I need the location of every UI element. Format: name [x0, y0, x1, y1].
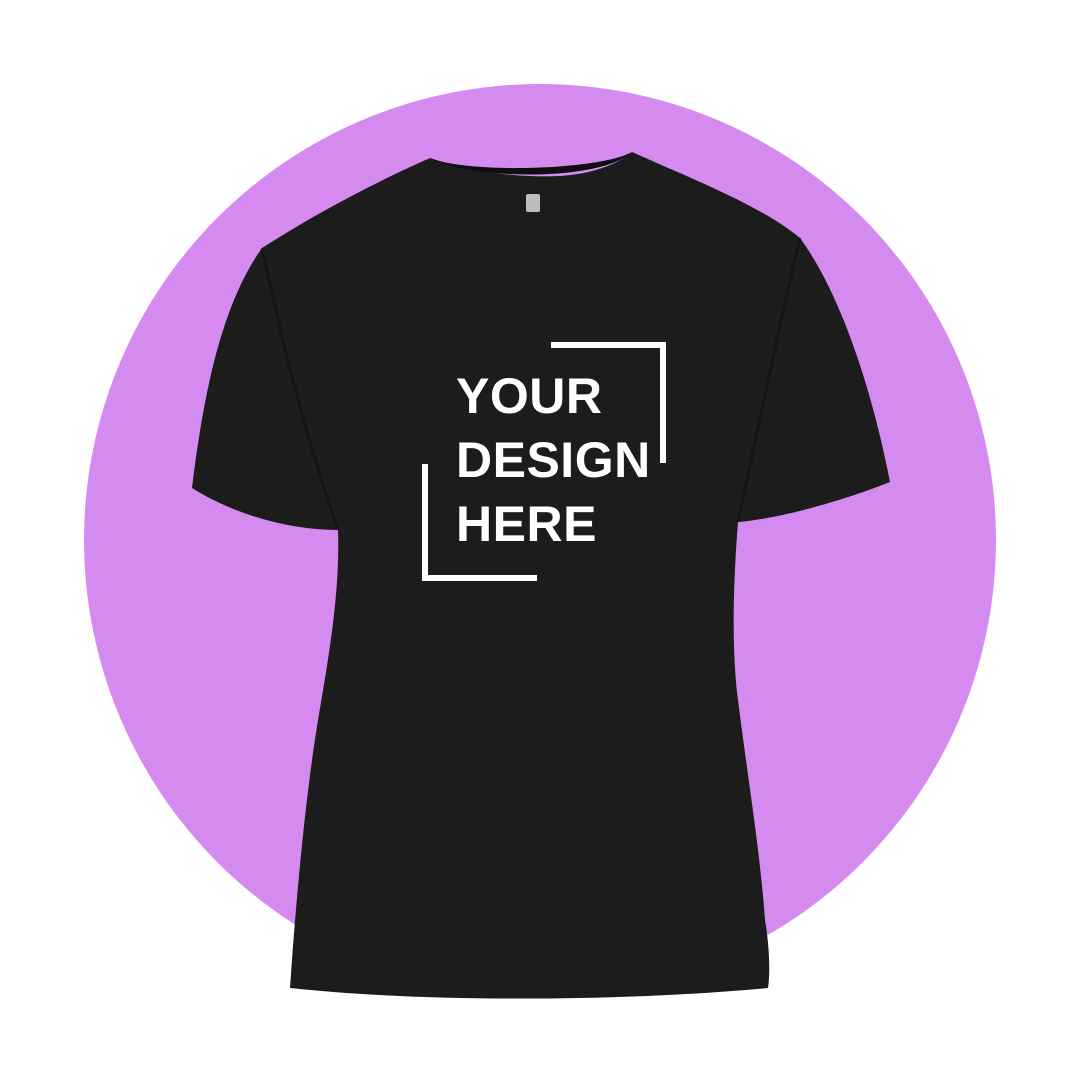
- tshirt-body: [192, 152, 890, 999]
- print-line-3: HERE: [456, 496, 597, 552]
- tag-icon: [526, 194, 540, 212]
- print-line-2: DESIGN: [456, 432, 651, 488]
- design-placeholder-text: YOUR DESIGN HERE: [456, 364, 676, 556]
- mockup-canvas: YOUR DESIGN HERE: [0, 0, 1080, 1080]
- print-line-1: YOUR: [456, 368, 603, 424]
